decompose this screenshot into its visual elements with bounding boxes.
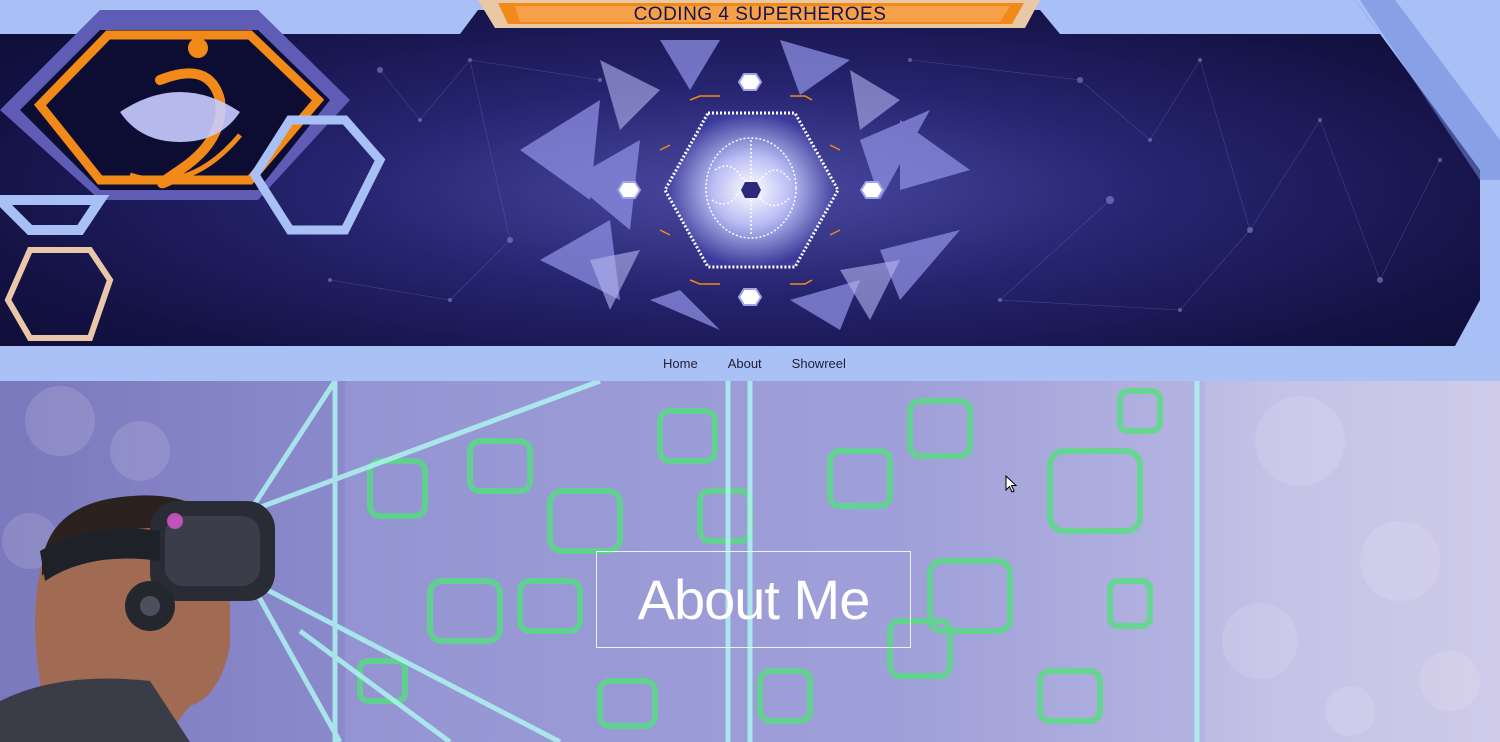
- nav-home[interactable]: Home: [663, 356, 698, 371]
- mouse-cursor-icon: [1005, 475, 1018, 493]
- page-heading: About Me: [637, 568, 871, 631]
- nav-showreel[interactable]: Showreel: [792, 356, 846, 371]
- site-title: CODING 4 SUPERHEROES: [633, 4, 887, 25]
- hero-section: About Me: [0, 381, 1500, 742]
- about-heading-box: About Me: [596, 551, 911, 648]
- main-navigation: Home About Showreel: [0, 346, 1500, 381]
- header-banner: CODING 4 SUPERHEROES: [0, 0, 1500, 346]
- nav-about[interactable]: About: [728, 356, 762, 371]
- banner-graphic: [0, 0, 1500, 346]
